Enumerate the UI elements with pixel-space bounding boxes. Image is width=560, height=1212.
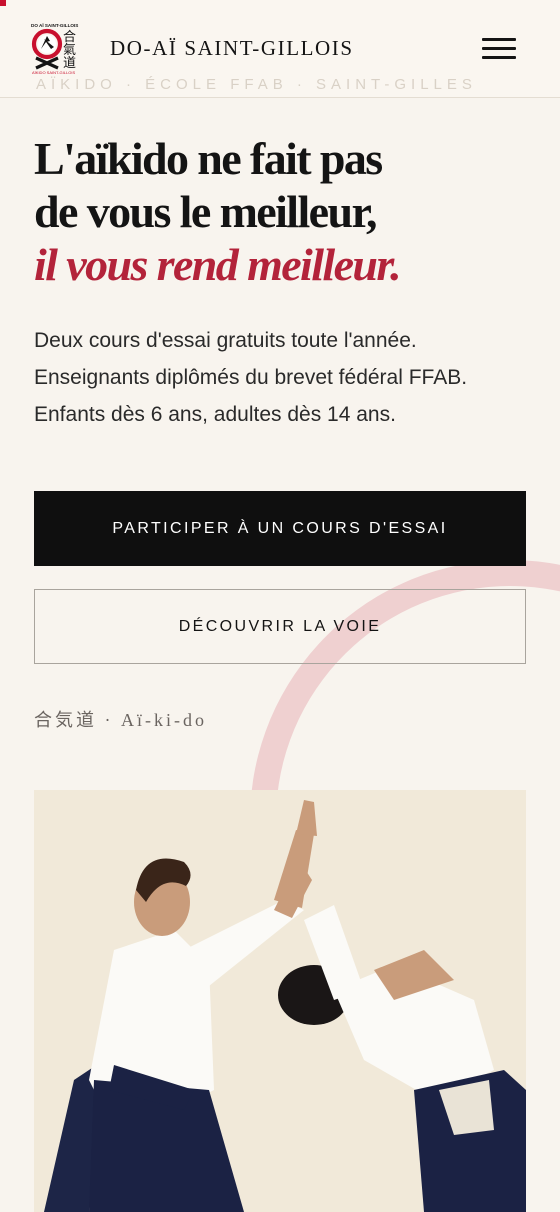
headline-accent: il vous rend meilleur. [34,239,402,290]
corner-mark [0,0,6,6]
kanji-caption: 合気道 · Aï-ki-do [34,710,207,730]
headline-line-2: de vous le meilleur, [34,186,378,237]
trial-class-button-label: PARTICIPER À UN COURS D'ESSAI [112,519,448,537]
logo-kanji-3: 道 [63,56,76,71]
logo-top-text: DO AÏ SAINT-GILLOIS [31,22,78,28]
trial-class-button[interactable]: PARTICIPER À UN COURS D'ESSAI [34,491,526,566]
aikido-practitioners-photo [34,790,526,1212]
club-logo[interactable]: DO AÏ SAINT-GILLOIS 合 氣 道 AÏKIDO SAINT-G… [30,22,84,76]
menu-bar-top [482,38,516,41]
hamburger-menu-icon[interactable] [480,38,518,62]
header-marquee: AÏKIDO · ÉCOLE FFAB · SAINT-GILLES [0,72,560,96]
headline-line-1: L'aïkido ne fait pas [34,133,383,184]
marquee-text: AÏKIDO · ÉCOLE FFAB · SAINT-GILLES [36,76,477,93]
discover-way-button-label: DÉCOUVRIR LA VOIE [178,617,382,635]
page: AÏKIDO · ÉCOLE FFAB · SAINT-GILLES DO AÏ… [0,0,560,1212]
aikido-photo-illustration [34,790,526,1212]
discover-way-button[interactable]: DÉCOUVRIR LA VOIE [34,589,526,664]
menu-bar-middle [482,47,516,50]
logo-bottom-text: AÏKIDO SAINT-GILLOIS [32,70,75,75]
club-logo-icon: DO AÏ SAINT-GILLOIS 合 氣 道 AÏKIDO SAINT-G… [31,22,78,75]
menu-bar-bottom [482,56,516,59]
hero-headline: L'aïkido ne fait pas de vous le meilleur… [34,132,534,291]
site-header: AÏKIDO · ÉCOLE FFAB · SAINT-GILLES DO AÏ… [0,0,560,98]
brand-name[interactable]: DO-AÏ SAINT-GILLOIS [110,36,354,61]
hero-intro-text: Deux cours d'essai gratuits toute l'anné… [34,329,468,426]
